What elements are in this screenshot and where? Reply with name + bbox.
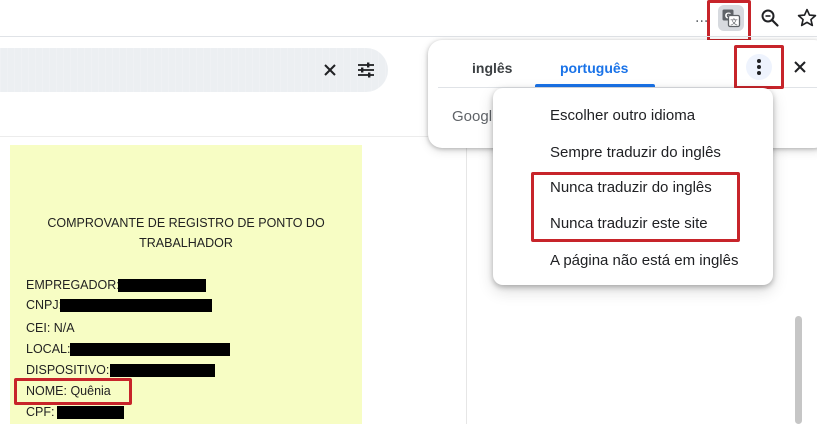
tab-portuguese[interactable]: português [560,60,628,76]
address-bar[interactable] [0,0,708,36]
menu-item-always-translate[interactable]: Sempre traduzir do inglês [550,144,721,161]
redaction-bar [70,343,230,356]
field-cpf: CPF: [26,405,55,419]
field-local: LOCAL: [26,342,71,356]
menu-item-never-translate-site[interactable]: Nunca traduzir este site [550,215,708,232]
menu-item-choose-language[interactable]: Escolher outro idioma [550,107,695,124]
address-bar-ellipsis: ... [695,10,709,26]
field-employer: EMPREGADOR: [26,278,120,292]
receipt-title: COMPROVANTE DE REGISTRO DE PONTO DO TRAB… [10,213,362,253]
field-name: NOME: Quênia [26,384,111,398]
tune-icon[interactable] [354,58,378,82]
active-tab-indicator [535,84,655,87]
toolbar-separator [0,36,817,37]
screen: ... G 文 COMPROVANTE DE REGISTRO DE PONTO… [0,0,817,424]
menu-item-page-not-english[interactable]: A página não está em inglês [550,252,738,269]
redaction-bar [110,364,215,377]
star-icon[interactable] [793,4,817,32]
popup-close-icon[interactable] [788,55,812,79]
column-divider [466,136,467,424]
more-options-icon[interactable] [746,54,772,80]
tab-english[interactable]: inglês [472,60,512,76]
field-cnpj: CNPJ: [26,298,63,312]
field-cei: CEI: N/A [26,321,75,335]
translate-icon[interactable]: G 文 [718,5,744,31]
field-device: DISPOSITIVO: [26,363,110,377]
close-icon[interactable] [318,58,342,82]
receipt-title-line-1: COMPROVANTE DE REGISTRO DE PONTO DO [47,216,325,230]
redaction-bar [60,299,212,312]
zoom-icon[interactable] [756,4,784,32]
content-divider [0,136,470,137]
menu-item-never-translate-language[interactable]: Nunca traduzir do inglês [550,179,712,196]
redaction-bar [57,406,124,419]
google-attribution: Googl [452,108,493,125]
receipt-title-line-2: TRABALHADOR [139,236,233,250]
redaction-bar [118,279,206,292]
scrollbar-thumb[interactable] [795,316,802,424]
svg-text:文: 文 [730,16,738,26]
